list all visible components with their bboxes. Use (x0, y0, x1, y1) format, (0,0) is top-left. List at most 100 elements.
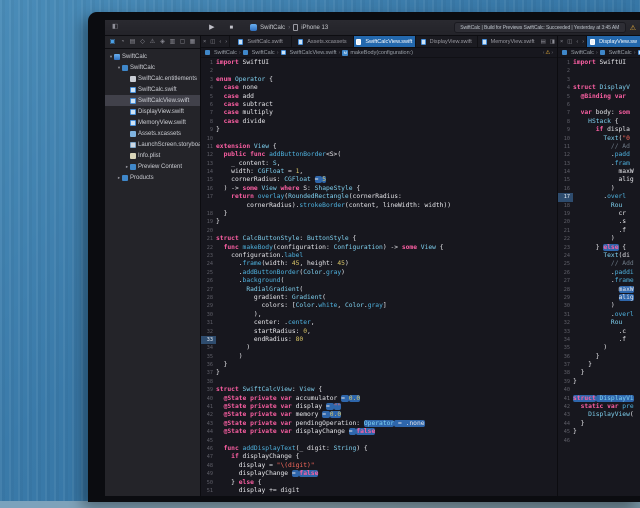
code-line: 31 .overl (558, 311, 640, 319)
breadcrumb-item[interactable]: SwiftCalc (252, 50, 275, 56)
editor-list-icon[interactable]: ▤ (539, 36, 548, 47)
line-number: 24 (201, 260, 216, 268)
code-line: 8 HStack { (558, 118, 640, 126)
scheme-project-label: SwiftCalc (260, 25, 285, 31)
main-code-area[interactable]: 1import SwiftUI23enum Operator {4 case n… (201, 58, 557, 496)
code-text: Rou (573, 202, 640, 210)
code-line: 38 (201, 378, 557, 386)
issue-navigator-icon[interactable]: ⚠ (148, 39, 157, 45)
editor-tab[interactable]: DisplayView.swift (415, 36, 477, 47)
code-line: 11extension View { (201, 143, 557, 151)
code-line: 6 case subtract (201, 101, 557, 109)
warning-icon[interactable]: ⚠ (630, 24, 636, 32)
split-editor-icon[interactable]: ◫ (208, 36, 217, 47)
editor-tab[interactable]: DisplayView.sw (586, 36, 640, 47)
split-editor-icon[interactable]: ◫ (565, 36, 574, 47)
code-line: 3 (558, 76, 640, 84)
code-text: @State private var accumulator = 0.0 (216, 395, 557, 403)
code-text: .s (573, 218, 640, 226)
run-button[interactable]: ▶ (209, 24, 214, 31)
code-line: 25 // Add (558, 260, 640, 268)
sidebar-toggle-icon[interactable]: ◧ (112, 24, 118, 31)
issue-stepper[interactable]: ‹⚠› (543, 50, 553, 56)
sidebar-item-preview-content[interactable]: ▸Preview Content (105, 161, 200, 172)
code-text: case divide (216, 118, 557, 126)
sidebar-item-swiftcalc[interactable]: ▾SwiftCalc (105, 62, 200, 73)
line-number: 9 (201, 126, 216, 134)
find-navigator-icon[interactable]: ◇ (138, 39, 147, 45)
line-number: 42 (201, 411, 216, 419)
debug-navigator-icon[interactable]: ▥ (168, 39, 177, 45)
code-text: Text("0 (573, 135, 640, 143)
line-number: 44 (201, 428, 216, 436)
report-navigator-icon[interactable]: ▦ (188, 39, 197, 45)
line-number: 26 (201, 277, 216, 285)
editor-tab[interactable]: SwiftCalcView.swift (353, 36, 415, 47)
project-navigator-icon[interactable]: ▣ (108, 39, 117, 45)
close-split-icon[interactable]: × (558, 36, 565, 47)
breadcrumb-item[interactable]: makeBody(configuration:) (350, 50, 413, 56)
code-text: .overl (573, 311, 640, 319)
code-text: public func addButtonBorder<S>( (216, 151, 557, 159)
sidebar-item-displayview-swift[interactable]: DisplayView.swift (105, 106, 200, 117)
code-line: 33 endRadius: 80 (201, 336, 557, 344)
code-line: 35 ) (201, 353, 557, 361)
code-line: 42 static var pre (558, 403, 640, 411)
sidebar-item-label: Products (130, 175, 154, 181)
code-text: cornerRadius).strokeBorder(content, line… (216, 202, 557, 210)
sidebar-item-info-plist[interactable]: Info.plist (105, 150, 200, 161)
code-line: 30 ), (201, 311, 557, 319)
code-line: 9 if displa (558, 126, 640, 134)
editor-tab[interactable]: SwiftCalc.swift (229, 36, 291, 47)
scheme-selector[interactable]: SwiftCalc › iPhone 13 (250, 24, 328, 31)
code-text: } (573, 353, 640, 361)
line-number: 14 (201, 168, 216, 176)
breadcrumb-item[interactable]: SwiftCalc (214, 50, 237, 56)
next-issue-icon[interactable]: › (551, 50, 553, 56)
sidebar-item-memoryview-swift[interactable]: MemoryView.swift (105, 117, 200, 128)
code-text: ) (573, 302, 640, 310)
editor-tab[interactable]: MemoryView.swift (477, 36, 539, 47)
code-line: 23 } else { (558, 244, 640, 252)
line-number: 5 (201, 93, 216, 101)
xcode-toolbar: ◧ ▶ ■ SwiftCalc › iPhone 13 SwiftCalc | … (105, 20, 640, 36)
code-text: ) (573, 344, 640, 352)
breadcrumb-item[interactable]: SwiftCalcView.swift (290, 50, 337, 56)
activity-view[interactable]: SwiftCalc | Build for Previews SwiftCalc… (454, 22, 626, 33)
sidebar-item-launchscreen-storyboard[interactable]: LaunchScreen.storyboard (105, 139, 200, 150)
code-text: startRadius: 0, (216, 328, 557, 336)
breakpoint-navigator-icon[interactable]: ▢ (178, 39, 187, 45)
code-text: gradient: Gradient( (216, 294, 557, 302)
sidebar-item-swiftcalc-swift[interactable]: SwiftCalc.swift (105, 84, 200, 95)
stop-button[interactable]: ■ (230, 25, 234, 31)
right-code-area[interactable]: 1import SwiftUI234struct DisplayV5 @Bind… (558, 58, 640, 496)
prev-issue-icon[interactable]: ‹ (543, 50, 545, 56)
sidebar-item-swiftcalc[interactable]: ▾SwiftCalc (105, 51, 200, 62)
line-number: 31 (558, 311, 573, 319)
breadcrumb-item[interactable]: SwiftCalc (609, 50, 632, 56)
code-line: 2 (558, 67, 640, 75)
sidebar-item-assets-xcassets[interactable]: Assets.xcassets (105, 128, 200, 139)
code-text: struct DisplayVi (573, 395, 640, 403)
sidebar-item-swiftcalcview-swift[interactable]: SwiftCalcView.swift (105, 95, 200, 106)
line-number: 29 (201, 302, 216, 310)
main-editor: ×◫‹›SwiftCalc.swiftAssets.xcassetsSwiftC… (201, 36, 557, 496)
scheme-separator: › (288, 25, 290, 31)
code-line: 42 @State private var memory = 0.0 (201, 411, 557, 419)
editor-tab[interactable]: Assets.xcassets (291, 36, 353, 47)
sidebar-item-swiftcalc-entitlements[interactable]: SwiftCalc.entitlements (105, 73, 200, 84)
plist-icon (130, 153, 136, 159)
code-line: 4struct DisplayV (558, 84, 640, 92)
test-navigator-icon[interactable]: ◈ (158, 39, 167, 45)
folder-icon (122, 175, 128, 181)
source-control-navigator-icon[interactable]: ◔ (118, 39, 127, 45)
adjust-editor-icon[interactable]: ◨ (548, 36, 557, 47)
symbol-navigator-icon[interactable]: ▤ (128, 39, 137, 45)
breadcrumb-item[interactable]: SwiftCalc (571, 50, 594, 56)
code-text: .background( (216, 277, 557, 285)
right-tab-bar: ×◫‹›DisplayView.sw (558, 36, 640, 48)
line-number: 20 (558, 218, 573, 226)
sidebar-item-products[interactable]: ▸Products (105, 172, 200, 183)
close-split-icon[interactable]: × (201, 36, 208, 47)
code-text (573, 386, 640, 394)
